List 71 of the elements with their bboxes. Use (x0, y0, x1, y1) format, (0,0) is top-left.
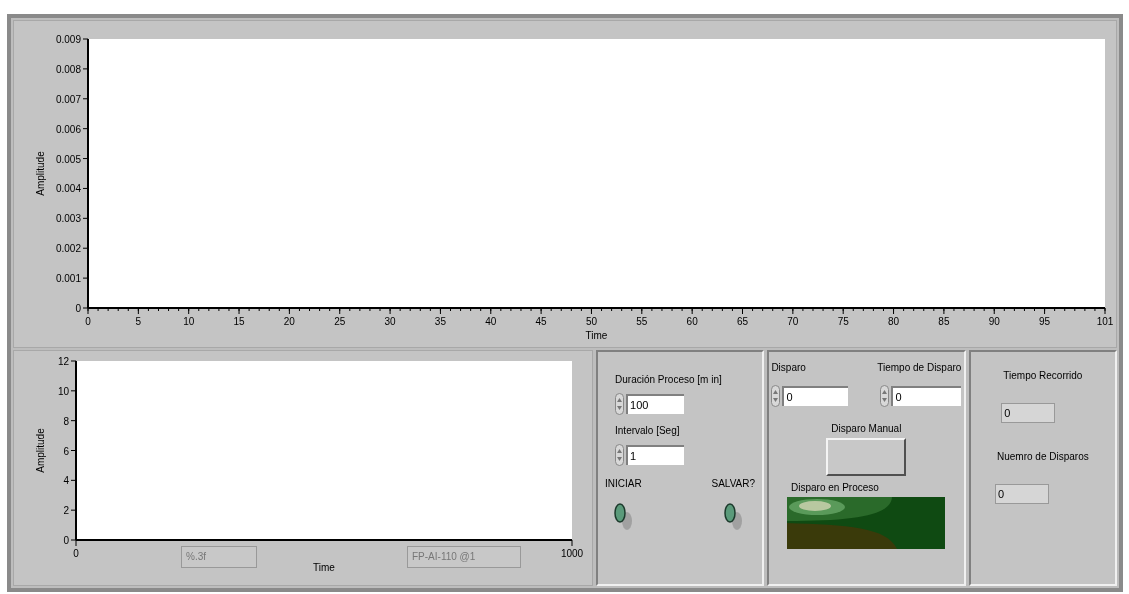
x-tick-label: 80 (888, 316, 900, 327)
x-tick-label: 75 (837, 316, 849, 327)
x-tick-label: 0 (85, 316, 91, 327)
y-tick-label: 0.003 (55, 213, 81, 225)
y-tick-label: 0.001 (55, 273, 81, 285)
numeric-field[interactable]: 100 (626, 394, 684, 414)
switch-label: SALVAR? (711, 477, 755, 491)
numeric-indicator: 0 (1001, 403, 1056, 423)
spinner-arrows[interactable] (615, 393, 624, 415)
y-tick-label: 0.009 (55, 34, 81, 45)
label-indicator: FP-AI-110 @1 (407, 546, 521, 568)
y-tick-label: 0.005 (55, 153, 81, 165)
up-down-arrows-icon (617, 397, 622, 411)
spinner-arrows[interactable] (771, 385, 781, 407)
x-tick-label: 101 (1096, 316, 1114, 327)
x-tick-label: 90 (988, 316, 1000, 327)
spinner-arrows[interactable] (615, 444, 624, 466)
up-down-arrows-icon (617, 448, 622, 462)
y-tick-label: 0 (75, 303, 81, 314)
x-tick-label: 20 (283, 316, 295, 327)
control-label: Disparo (771, 361, 806, 375)
y-tick-label: 0.007 (55, 93, 81, 105)
x-tick-label: 25 (334, 316, 346, 327)
indicator-label: Nuemro de Disparos (997, 450, 1089, 464)
label-indicator: %.3f (181, 546, 257, 568)
x-tick-label: 15 (233, 316, 245, 327)
y-tick-label: 10 (57, 385, 69, 397)
numeric-field[interactable]: 0 (782, 386, 849, 406)
x-axis-title: Time (585, 330, 608, 341)
y-tick-label: 0.004 (55, 183, 81, 195)
control-label: Tiempo de Disparo (877, 361, 962, 375)
x-tick-label: 85 (938, 316, 950, 327)
x-tick-label: 95 (1039, 316, 1051, 327)
y-tick-label: 4 (63, 475, 69, 487)
control-label: Duración Proceso [m in] (615, 373, 722, 387)
y-tick-label: 8 (63, 415, 69, 427)
y-tick-label: 12 (57, 356, 69, 367)
x-axis-title: Time (313, 562, 335, 573)
y-tick-label: 0 (63, 535, 69, 546)
x-tick-label: 45 (535, 316, 547, 327)
numeric-indicator: 0 (995, 484, 1049, 504)
y-tick-label: 6 (63, 445, 69, 457)
numeric-field[interactable]: 1 (626, 445, 684, 465)
numeric-field[interactable]: 0 (891, 386, 962, 406)
manual-trigger-button[interactable] (826, 438, 907, 476)
x-tick-label: 1000 (560, 548, 584, 559)
y-tick-label: 0.006 (55, 123, 81, 135)
up-down-arrows-icon (882, 389, 888, 403)
x-tick-label: 65 (736, 316, 749, 327)
x-tick-label: 35 (434, 316, 446, 327)
y-tick-label: 2 (63, 505, 69, 517)
y-axis-title: Amplitude (35, 428, 46, 473)
switch-label: INICIAR (605, 477, 642, 491)
x-tick-label: 55 (636, 316, 648, 327)
x-tick-label: 40 (485, 316, 497, 327)
x-tick-label: 5 (135, 316, 142, 327)
up-down-arrows-icon (773, 389, 779, 403)
x-tick-label: 70 (787, 316, 799, 327)
indicator-label: Tiempo Recorrido (1003, 369, 1083, 383)
y-tick-label: 0.008 (55, 63, 81, 75)
y-axis-title: Amplitude (35, 151, 46, 196)
x-tick-label: 0 (73, 548, 79, 559)
control-label: Intervalo [Seg] (615, 424, 680, 438)
x-tick-label: 10 (183, 316, 195, 327)
button-caption: Disparo Manual (831, 422, 902, 436)
x-tick-label: 50 (585, 316, 598, 327)
led-label: Disparo en Proceso (791, 481, 879, 495)
spinner-arrows[interactable] (880, 385, 890, 407)
y-tick-label: 0.002 (55, 243, 81, 255)
x-tick-label: 30 (384, 316, 396, 327)
x-tick-label: 60 (686, 316, 698, 327)
